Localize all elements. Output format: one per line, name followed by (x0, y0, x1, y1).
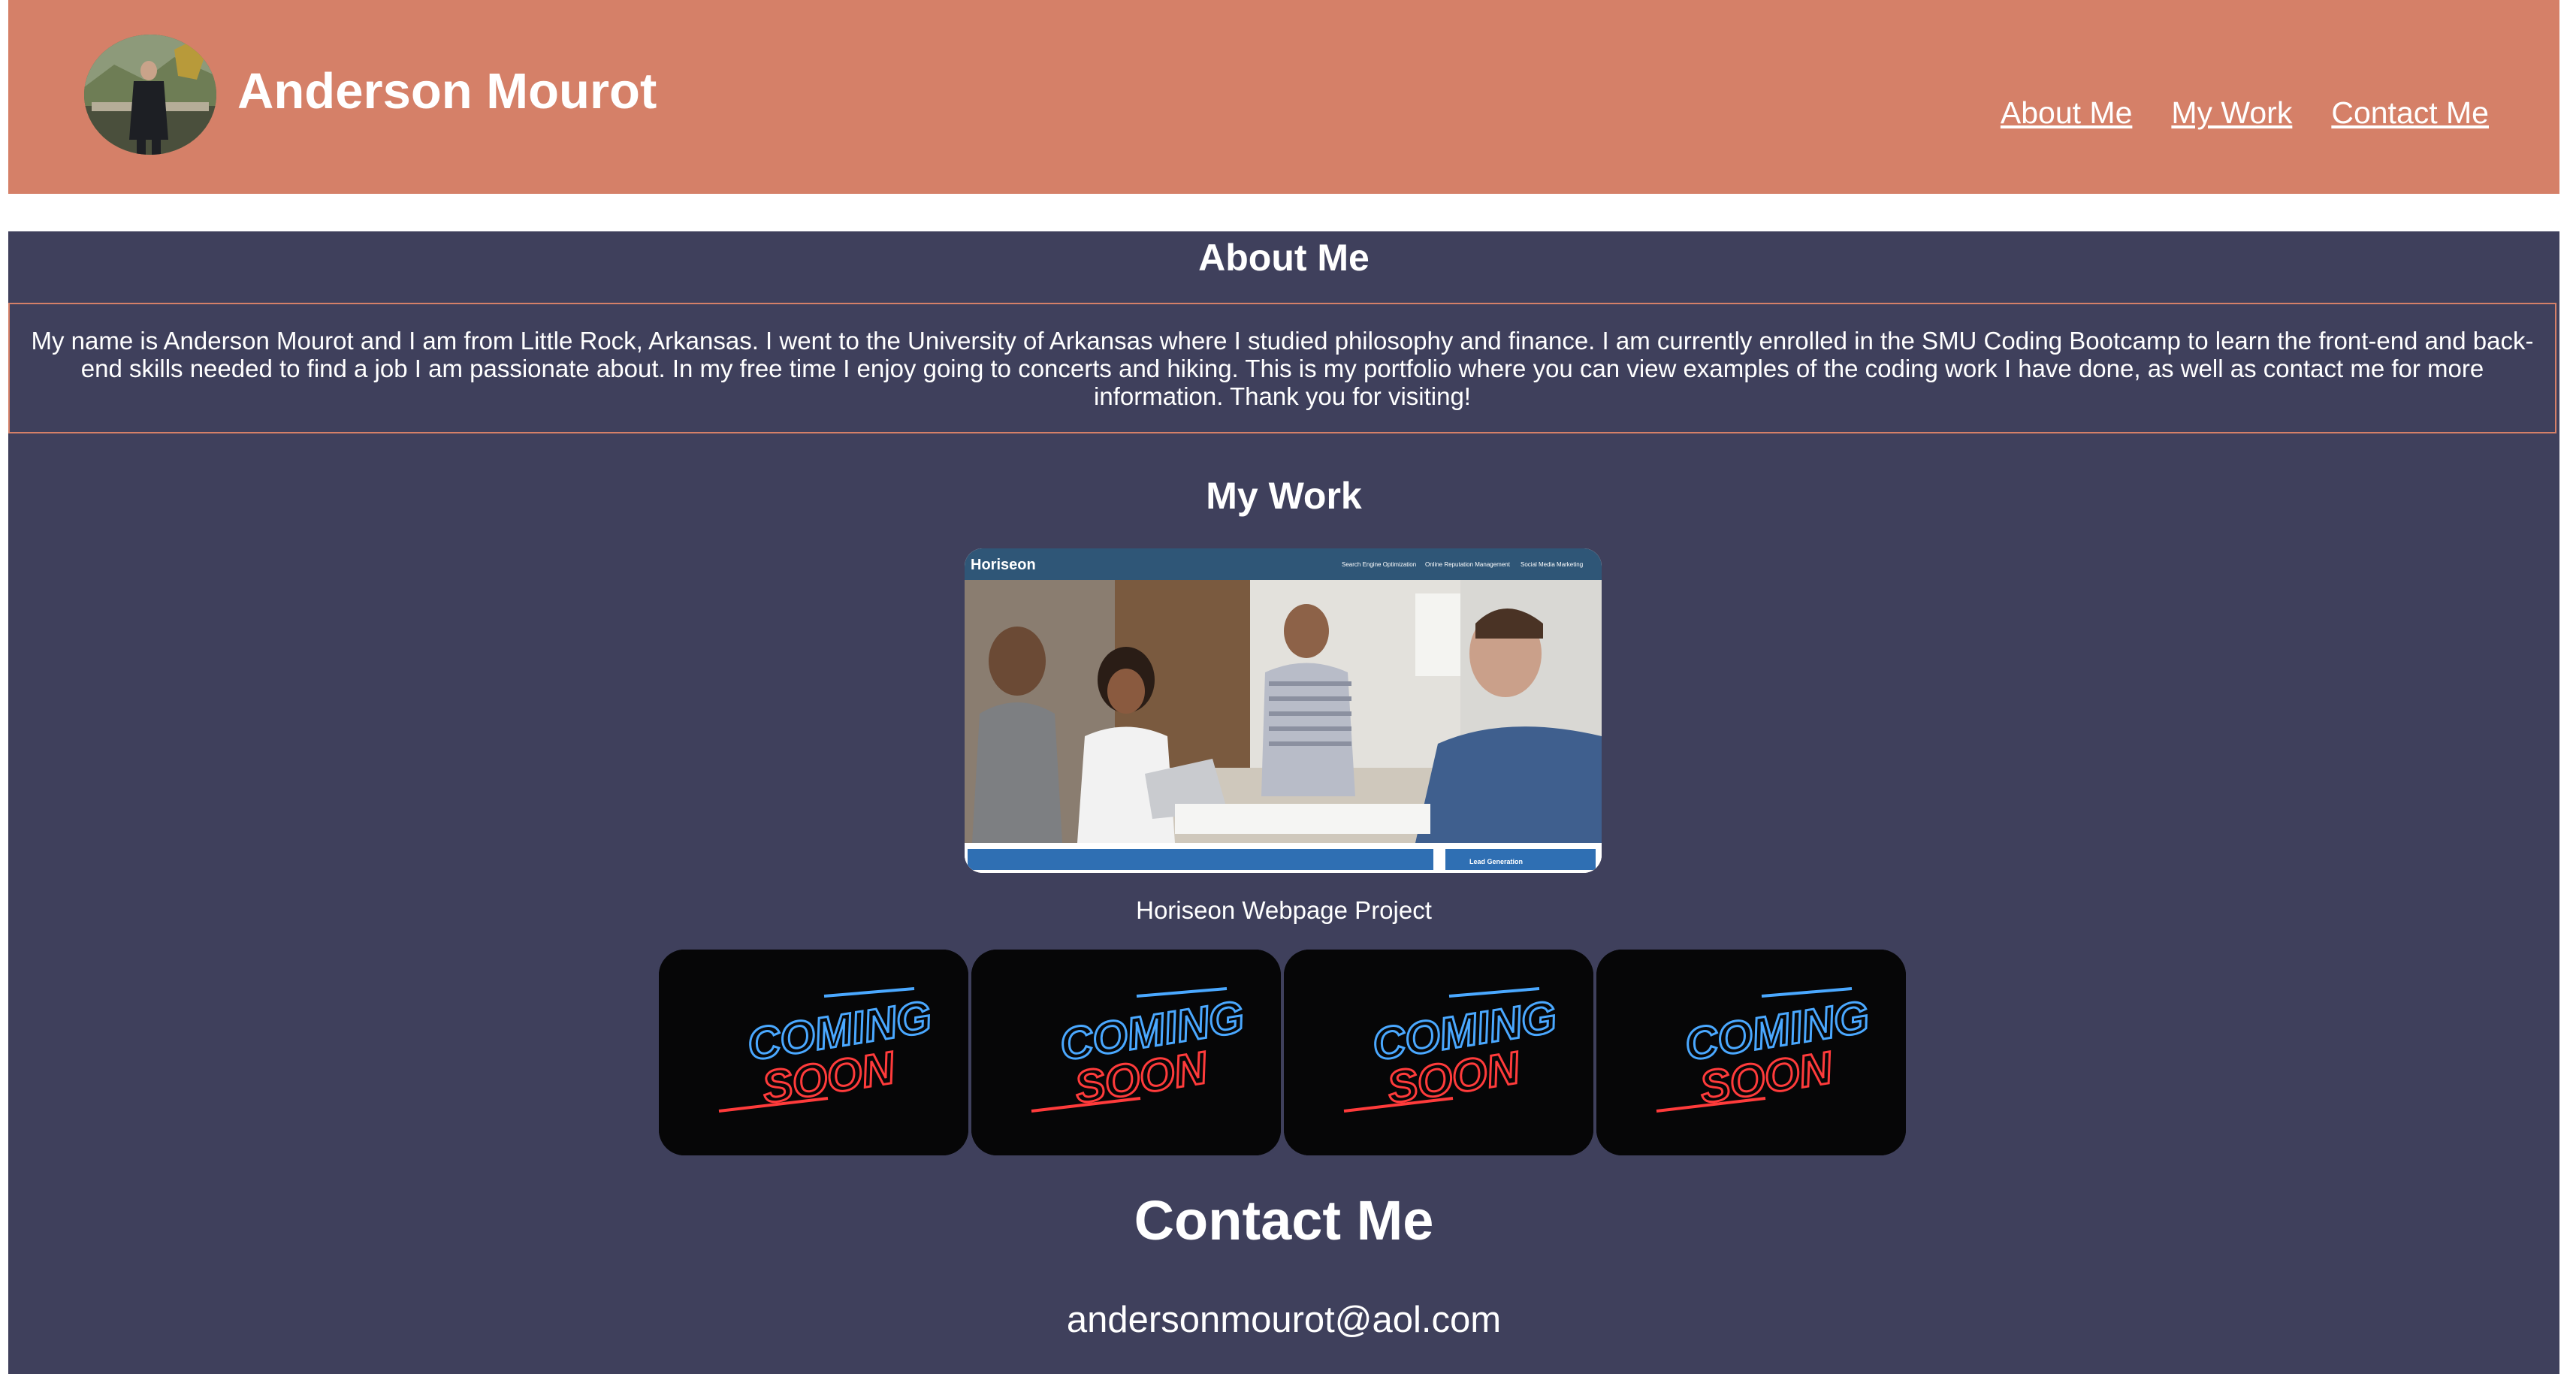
coming-soon-neon-image: COMING SOON (971, 950, 1281, 1155)
horiseon-screenshot: Horiseon Search Engine Optimization Onli… (965, 548, 1602, 873)
project-caption: Horiseon Webpage Project (1136, 896, 1432, 924)
about-heading: About Me (1198, 237, 1370, 279)
coming-soon-card[interactable]: COMING SOON (659, 950, 968, 1155)
contact-heading: Contact Me (1134, 1189, 1434, 1252)
site-header: Anderson Mourot About Me My Work Contact… (8, 0, 2559, 194)
nav-link-contact-me[interactable]: Contact Me (2331, 98, 2489, 128)
screenshot-sidebar-label: Lead Generation (1469, 858, 1523, 865)
coming-soon-card[interactable]: COMING SOON (1284, 950, 1593, 1155)
site-title: Anderson Mourot (237, 63, 657, 119)
screenshot-brand: Horiseon (971, 557, 1036, 573)
screenshot-nav-3: Social Media Marketing (1521, 561, 1583, 568)
contact-email[interactable]: andersonmourot@aol.com (8, 1302, 2559, 1339)
horiseon-project-card[interactable]: Horiseon Search Engine Optimization Onli… (965, 548, 1602, 873)
portfolio-page: Anderson Mourot About Me My Work Contact… (0, 0, 2576, 1374)
about-text: My name is Anderson Mourot and I am from… (31, 326, 2534, 410)
main-content: About Me My name is Anderson Mourot and … (8, 231, 2559, 1374)
screenshot-nav-2: Online Reputation Management (1425, 561, 1511, 568)
nav-link-about-me[interactable]: About Me (2001, 98, 2133, 128)
coming-soon-neon-image: COMING SOON (1596, 950, 1906, 1155)
profile-photo (84, 35, 216, 155)
about-box: My name is Anderson Mourot and I am from… (8, 303, 2556, 433)
coming-soon-neon-image: COMING SOON (659, 950, 968, 1155)
coming-soon-row: COMING SOON COMING SOON COMING SOON COMI… (659, 950, 1906, 1155)
nav-link-my-work[interactable]: My Work (2171, 98, 2292, 128)
coming-soon-card[interactable]: COMING SOON (1596, 950, 1906, 1155)
main-nav: About Me My Work Contact Me (2001, 98, 2489, 128)
profile-avatar (84, 35, 216, 155)
coming-soon-card[interactable]: COMING SOON (971, 950, 1281, 1155)
coming-soon-neon-image: COMING SOON (1284, 950, 1593, 1155)
work-heading: My Work (1206, 475, 1362, 517)
screenshot-nav-1: Search Engine Optimization (1342, 561, 1416, 568)
